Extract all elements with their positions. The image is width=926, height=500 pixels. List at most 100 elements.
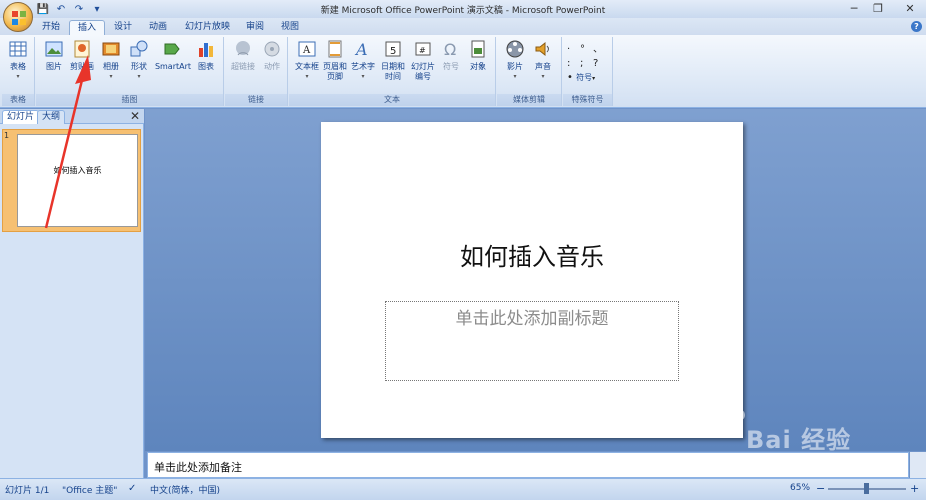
- tab-slideshow[interactable]: 幻灯片放映: [177, 20, 238, 35]
- header-footer-label: 页眉和页脚: [323, 62, 347, 81]
- slide-canvas[interactable]: 如何插入音乐 单击此处添加副标题: [321, 122, 743, 438]
- watermark-url: jingyan.baidu.com: [718, 462, 820, 475]
- zoom-out-button[interactable]: −: [816, 482, 825, 495]
- smartart-button[interactable]: SmartArt: [154, 39, 192, 72]
- svg-text:#: #: [419, 46, 426, 55]
- symbol-button[interactable]: Ω 符号: [438, 39, 464, 72]
- symbol-char[interactable]: ·: [567, 43, 580, 57]
- clipart-button[interactable]: 剪贴画: [68, 39, 96, 72]
- textbox-button[interactable]: A 文本框 ▾: [294, 39, 320, 82]
- slide-title[interactable]: 如何插入音乐: [321, 237, 743, 272]
- baidu-watermark: Bai 经验 jingyan.baidu.com: [706, 394, 926, 478]
- slide-info: 幻灯片 1/1: [5, 486, 50, 496]
- header-footer-icon: [328, 40, 342, 58]
- tab-outline[interactable]: 大纲: [37, 110, 66, 124]
- close-button[interactable]: ✕: [900, 1, 920, 16]
- slides-pane: 幻灯片 大纲 ✕ 1 如何插入音乐: [0, 109, 144, 478]
- paw-icon: [714, 402, 745, 433]
- slide-number-icon: #: [415, 42, 431, 56]
- office-logo-icon: [12, 11, 26, 25]
- special-symbol-button[interactable]: 符号: [576, 73, 592, 82]
- smartart-label: SmartArt: [154, 62, 192, 71]
- tab-view[interactable]: 视图: [273, 20, 307, 35]
- subtitle-placeholder: 单击此处添加副标题: [455, 309, 609, 329]
- datetime-button[interactable]: 5 日期和时间: [378, 39, 408, 82]
- chart-label: 图表: [198, 62, 214, 71]
- help-icon[interactable]: ?: [911, 21, 922, 32]
- album-button[interactable]: 相册 ▾: [98, 39, 124, 82]
- speaker-icon: [535, 41, 549, 57]
- chart-icon: [199, 43, 213, 57]
- slide-thumbnail[interactable]: 如何插入音乐: [17, 134, 138, 227]
- svg-text:A: A: [354, 40, 368, 59]
- hyperlink-icon: [236, 41, 250, 56]
- watermark-text: Bai 经验: [746, 426, 852, 454]
- symbol-char[interactable]: :: [567, 57, 580, 71]
- tab-slides[interactable]: 幻灯片: [2, 110, 40, 124]
- symbol-char[interactable]: ?: [593, 57, 606, 71]
- calendar-icon: 5: [385, 41, 401, 57]
- chart-button[interactable]: 图表: [193, 39, 219, 72]
- action-icon: [264, 41, 280, 57]
- zoom-slider-thumb[interactable]: [864, 483, 869, 494]
- group-links: 超链接 动作 链接: [225, 37, 288, 106]
- tab-design[interactable]: 设计: [106, 20, 140, 35]
- clipart-label: 剪贴画: [70, 62, 94, 71]
- slide-number-label: 幻灯片编号: [411, 62, 435, 81]
- hyperlink-label: 超链接: [231, 62, 255, 71]
- film-reel-icon: [506, 40, 524, 58]
- svg-text:Ω: Ω: [444, 40, 456, 59]
- zoom-level[interactable]: 65%: [790, 483, 810, 493]
- ribbon-tabs: 开始 插入 设计 动画 幻灯片放映 审阅 视图 ?: [0, 18, 926, 35]
- picture-icon: [45, 41, 63, 57]
- tab-home[interactable]: 开始: [34, 20, 68, 35]
- slide-number-button[interactable]: # 幻灯片编号: [408, 39, 438, 82]
- zoom-in-button[interactable]: +: [910, 482, 919, 495]
- group-label-media: 媒体剪辑: [497, 94, 561, 106]
- object-icon: [471, 40, 485, 58]
- clipart-icon: [74, 40, 90, 58]
- table-button[interactable]: 表格 ▾: [5, 39, 31, 82]
- slide-number: 1: [4, 131, 10, 140]
- table-label: 表格: [10, 62, 26, 71]
- spellcheck-icon[interactable]: ✓: [128, 483, 136, 494]
- symbol-char[interactable]: •: [567, 72, 573, 83]
- notes-placeholder: 单击此处添加备注: [154, 461, 242, 474]
- sound-label: 声音: [535, 62, 551, 71]
- shapes-label: 形状: [131, 62, 147, 71]
- datetime-label: 日期和时间: [381, 62, 405, 81]
- slide-thumbnail-selected[interactable]: 1 如何插入音乐: [2, 129, 141, 232]
- omega-icon: Ω: [444, 40, 456, 59]
- symbol-char[interactable]: ;: [580, 57, 593, 71]
- group-label-table: 表格: [2, 94, 34, 106]
- textbox-icon: A: [298, 41, 316, 57]
- symbol-grid: · °、 :;? • 符号▾: [567, 43, 611, 86]
- picture-button[interactable]: 图片: [41, 39, 67, 72]
- action-button[interactable]: 动作: [259, 39, 285, 72]
- tab-insert[interactable]: 插入: [69, 20, 106, 35]
- object-button[interactable]: 对象: [465, 39, 491, 72]
- header-footer-button[interactable]: 页眉和页脚: [322, 39, 348, 82]
- album-label: 相册: [103, 62, 119, 71]
- movie-button[interactable]: 影片 ▾: [502, 39, 528, 82]
- symbol-label: 符号: [443, 62, 459, 71]
- symbol-char[interactable]: 、: [593, 43, 606, 57]
- symbol-char[interactable]: °: [580, 43, 593, 57]
- shapes-icon: [130, 40, 148, 57]
- group-label-special-symbols: 特殊符号: [563, 94, 612, 106]
- tab-review[interactable]: 审阅: [238, 20, 272, 35]
- shapes-button[interactable]: 形状 ▾: [126, 39, 152, 82]
- hyperlink-button[interactable]: 超链接: [229, 39, 257, 72]
- sound-button[interactable]: 声音 ▾: [530, 39, 556, 82]
- theme-name: "Office 主题": [62, 486, 118, 496]
- wordart-button[interactable]: A 艺术字 ▾: [350, 39, 376, 82]
- office-button[interactable]: [3, 2, 33, 32]
- close-pane-icon[interactable]: ✕: [130, 109, 140, 123]
- restore-button[interactable]: ❐: [868, 1, 888, 16]
- tab-animation[interactable]: 动画: [141, 20, 175, 35]
- subtitle-placeholder-box[interactable]: 单击此处添加副标题: [385, 301, 679, 381]
- thumbnail-title: 如何插入音乐: [53, 166, 102, 175]
- movie-label: 影片: [507, 62, 523, 71]
- window-title: 新建 Microsoft Office PowerPoint 演示文稿 - Mi…: [320, 6, 606, 16]
- minimize-button[interactable]: ─: [844, 1, 864, 16]
